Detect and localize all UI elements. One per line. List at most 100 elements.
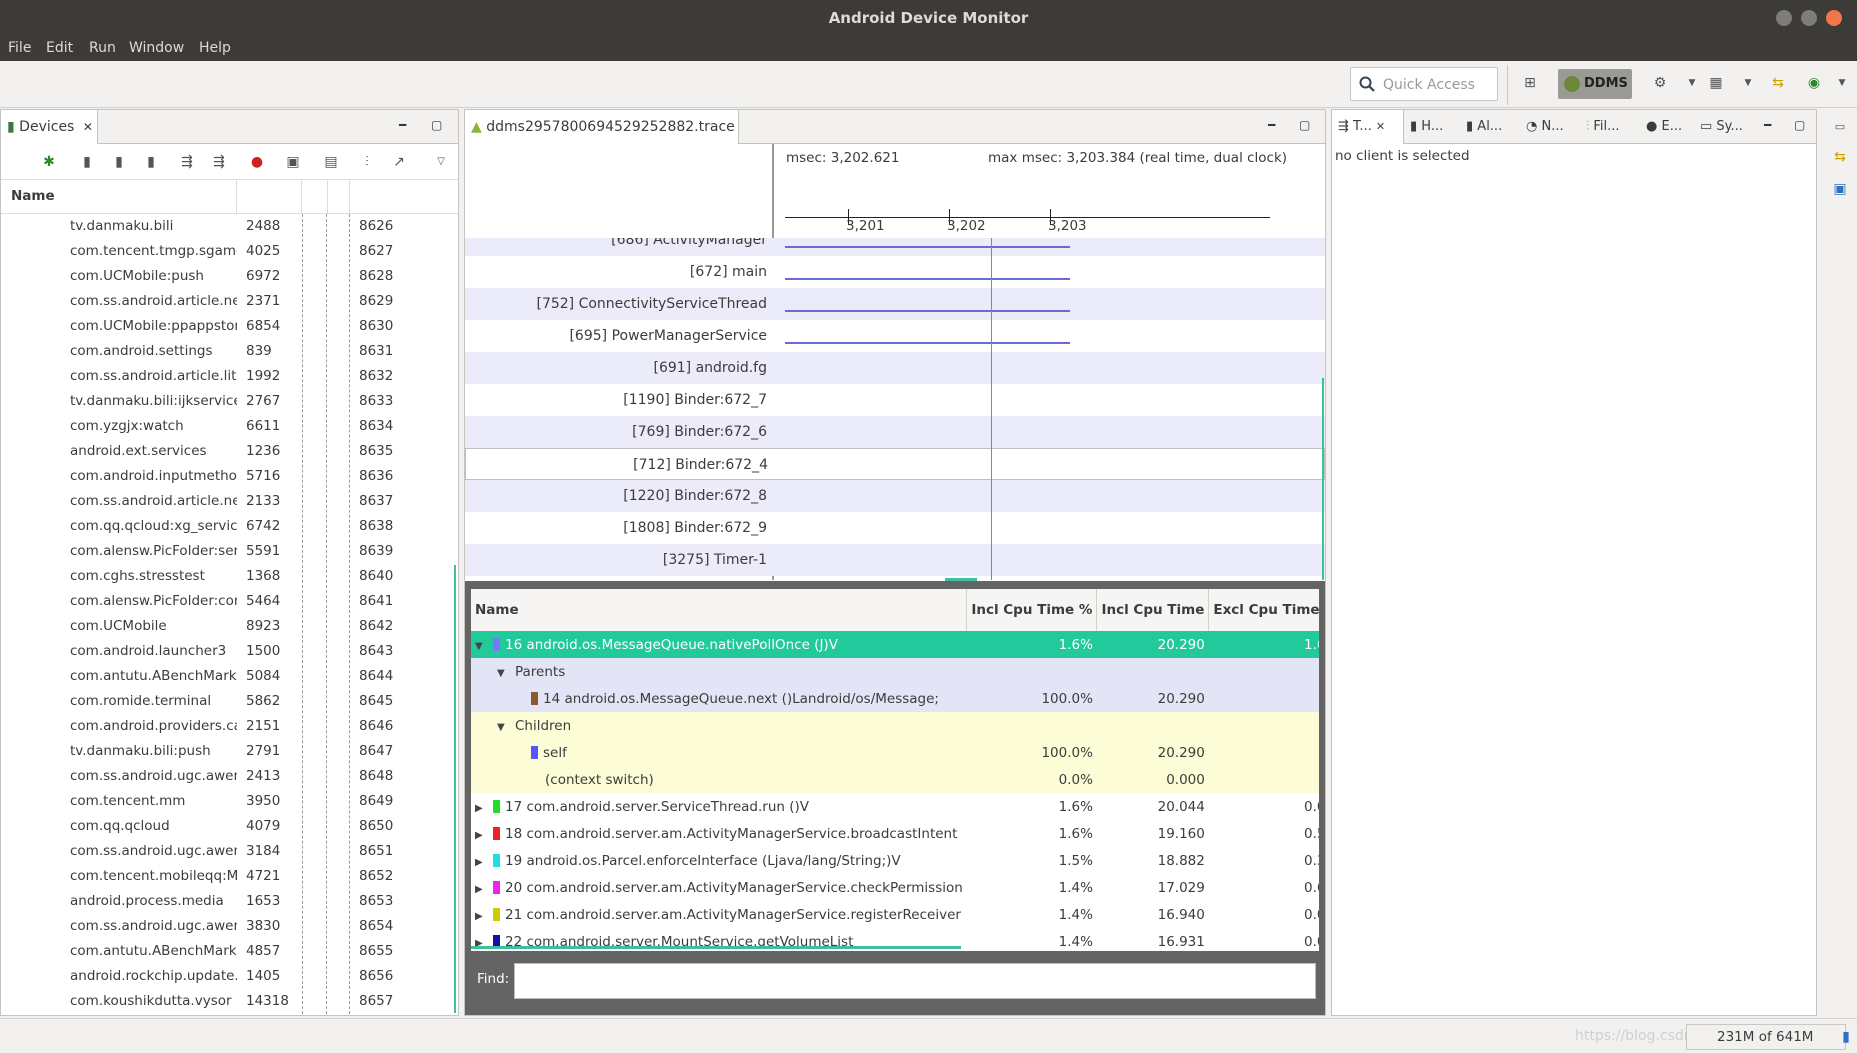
timeline-scrollbar[interactable] xyxy=(1322,378,1324,580)
tab-emulator[interactable]: ● E... xyxy=(1640,110,1694,144)
thread-activity-bar[interactable] xyxy=(785,278,1070,280)
device-row[interactable]: com.romide.terminal 5862 8645 xyxy=(1,689,458,714)
profile-column-header[interactable]: Incl Cpu Time xyxy=(1096,589,1210,631)
maximize-icon[interactable]: ▢ xyxy=(1794,118,1805,132)
profile-row[interactable]: self100.0%20.2900.0% xyxy=(471,739,1319,766)
device-row[interactable]: com.UCMobile 8923 8642 xyxy=(1,614,458,639)
android-sdk-icon[interactable]: ◉ xyxy=(1806,75,1822,91)
tab-network[interactable]: ◔ N... xyxy=(1520,110,1580,144)
thread-row[interactable]: [672] main xyxy=(465,256,1325,288)
chevron-down-icon[interactable]: ▼ xyxy=(1834,75,1850,91)
chevron-down-icon[interactable]: ▼ xyxy=(1684,75,1700,91)
quick-access-field[interactable]: Quick Access xyxy=(1350,67,1498,101)
find-input[interactable] xyxy=(514,963,1316,999)
thread-row[interactable]: [752] ConnectivityServiceThread xyxy=(465,288,1325,320)
expand-toggle-icon[interactable]: ▼ xyxy=(497,668,515,679)
thread-row[interactable]: [712] Binder:672_4 xyxy=(465,448,1325,480)
profile-row[interactable]: ▼ Children xyxy=(471,712,1319,739)
device-row[interactable]: com.qq.qcloud 4079 8650 xyxy=(1,814,458,839)
expand-toggle-icon[interactable]: ▼ xyxy=(475,641,493,652)
device-row[interactable]: com.ss.android.ugc.aweme 3184 8651 xyxy=(1,839,458,864)
sync-icon[interactable]: ⇆ xyxy=(1832,149,1848,165)
menu-help[interactable]: Help xyxy=(199,40,231,56)
menu-window[interactable]: Window xyxy=(129,40,184,56)
device-row[interactable]: android.process.media 1653 8653 xyxy=(1,889,458,914)
expand-toggle-icon[interactable]: ▶ xyxy=(475,830,493,841)
device-row[interactable]: com.android.providers.cal 2151 8646 xyxy=(1,714,458,739)
time-cursor[interactable] xyxy=(991,238,992,580)
profile-row[interactable]: 14 android.os.MessageQueue.next ()Landro… xyxy=(471,685,1319,712)
minimize-icon[interactable]: ━ xyxy=(1268,118,1275,132)
opengl-trace-icon[interactable]: ↗ xyxy=(391,154,407,170)
device-row[interactable]: com.alensw.PicFolder:core 5464 8641 xyxy=(1,589,458,614)
thread-activity-bar[interactable] xyxy=(785,246,1070,248)
sync-icon[interactable]: ⇆ xyxy=(1770,75,1786,91)
device-row[interactable]: com.tencent.mobileqq:MSF 4721 8652 xyxy=(1,864,458,889)
device-row[interactable]: com.yzgjx:watch 6611 8634 xyxy=(1,414,458,439)
tab-trace[interactable]: ▲ ddms2957800694529252882.trace ✕ xyxy=(465,110,739,168)
thread-row[interactable]: [3275] Timer-1 xyxy=(465,544,1325,576)
profile-row[interactable]: ▼ 16 android.os.MessageQueue.nativePollOn… xyxy=(471,631,1319,658)
profile-row[interactable]: ▶ 20 com.android.server.am.ActivityManage… xyxy=(471,874,1319,901)
expand-toggle-icon[interactable]: ▶ xyxy=(475,803,493,814)
tab-system[interactable]: ▭ Sy... xyxy=(1694,110,1756,144)
device-row[interactable]: tv.danmaku.bili:ijkservice 2767 8633 xyxy=(1,389,458,414)
device-row[interactable]: tv.danmaku.bili 2488 8626 xyxy=(1,214,458,239)
restore-icon[interactable]: ▭ xyxy=(1832,119,1848,135)
profile-row[interactable]: ▶ 18 com.android.server.am.ActivityManage… xyxy=(471,820,1319,847)
close-icon[interactable]: ✕ xyxy=(83,120,93,134)
trash-icon[interactable]: ▮ xyxy=(1838,1029,1854,1045)
device-row[interactable]: com.tencent.tmgp.sgame 4025 8627 xyxy=(1,239,458,264)
profile-row[interactable]: ▶ 19 android.os.Parcel.enforceInterface (… xyxy=(471,847,1319,874)
device-row[interactable]: android.rockchip.update. 1405 8656 xyxy=(1,964,458,989)
device-row[interactable]: android.ext.services 1236 8635 xyxy=(1,439,458,464)
view-menu-icon[interactable]: ▽ xyxy=(433,154,449,170)
cause-gc-icon[interactable]: ▮ xyxy=(143,154,159,170)
profile-column-header[interactable]: Excl Cpu Time % xyxy=(1208,589,1319,631)
bug-icon[interactable]: ✱ xyxy=(41,154,57,170)
profile-h-scrollbar[interactable] xyxy=(471,946,961,949)
maximize-icon[interactable]: ▢ xyxy=(431,118,442,132)
column-name[interactable]: Name xyxy=(11,188,55,204)
maximize-window-icon[interactable] xyxy=(1826,10,1842,26)
debug-icon[interactable]: ⚙ xyxy=(1652,75,1668,91)
tab-threads[interactable]: ⇶ T... ✕ xyxy=(1332,110,1404,144)
maximize-icon[interactable]: ▢ xyxy=(1299,118,1310,132)
profile-row[interactable]: ▶ 21 com.android.server.am.ActivityManage… xyxy=(471,901,1319,928)
tab-allocation[interactable]: ▮ Al... xyxy=(1460,110,1520,144)
open-perspective-icon[interactable]: ⊞ xyxy=(1522,75,1538,91)
device-row[interactable]: com.ss.android.article.new 2133 8637 xyxy=(1,489,458,514)
console-icon[interactable]: ▣ xyxy=(1832,181,1848,197)
stop-process-icon[interactable]: ● xyxy=(249,154,265,170)
device-row[interactable]: com.UCMobile:push 6972 8628 xyxy=(1,264,458,289)
memory-indicator[interactable]: 231M of 641M xyxy=(1686,1024,1846,1050)
update-heap-icon[interactable]: ▮ xyxy=(79,154,95,170)
minimize-icon[interactable]: ━ xyxy=(399,118,406,132)
device-row[interactable]: com.antutu.ABenchMark: 4857 8655 xyxy=(1,939,458,964)
tab-file-explorer[interactable]: ⫶ Fil... xyxy=(1580,110,1640,144)
thread-activity-bar[interactable] xyxy=(785,342,1070,344)
device-row[interactable]: com.android.settings 839 8631 xyxy=(1,339,458,364)
profile-column-header[interactable]: Name xyxy=(471,589,968,631)
profile-row[interactable]: ▶ 17 com.android.server.ServiceThread.run… xyxy=(471,793,1319,820)
thread-row[interactable]: [1808] Binder:672_9 xyxy=(465,512,1325,544)
tab-heap[interactable]: ▮ H... xyxy=(1404,110,1460,144)
menu-file[interactable]: File xyxy=(8,40,31,56)
device-row[interactable]: com.qq.qcloud:xg_service 6742 8638 xyxy=(1,514,458,539)
device-row[interactable]: com.alensw.PicFolder:serv 5591 8639 xyxy=(1,539,458,564)
expand-toggle-icon[interactable]: ▶ xyxy=(475,911,493,922)
expand-toggle-icon[interactable]: ▶ xyxy=(475,884,493,895)
profile-row[interactable]: (context switch)0.0%0.000100.0% xyxy=(471,766,1319,793)
expand-toggle-icon[interactable]: ▶ xyxy=(475,857,493,868)
tab-devices[interactable]: ▮ Devices ✕ xyxy=(1,110,98,144)
device-row[interactable]: com.koushikdutta.vysor 14318 8657 xyxy=(1,989,458,1014)
profile-row[interactable]: ▼ Parents xyxy=(471,658,1319,685)
device-row[interactable]: com.ss.android.ugc.aweme 2413 8648 xyxy=(1,764,458,789)
device-row[interactable]: com.UCMobile:ppappstore 6854 8630 xyxy=(1,314,458,339)
device-row[interactable]: com.tencent.mm 3950 8649 xyxy=(1,789,458,814)
dump-hprof-icon[interactable]: ▮ xyxy=(111,154,127,170)
dump-view-hierarchy-icon[interactable]: ▤ xyxy=(323,154,339,170)
screen-capture-icon[interactable]: ▣ xyxy=(285,154,301,170)
thread-row[interactable]: [695] PowerManagerService xyxy=(465,320,1325,352)
thread-row[interactable]: [769] Binder:672_6 xyxy=(465,416,1325,448)
